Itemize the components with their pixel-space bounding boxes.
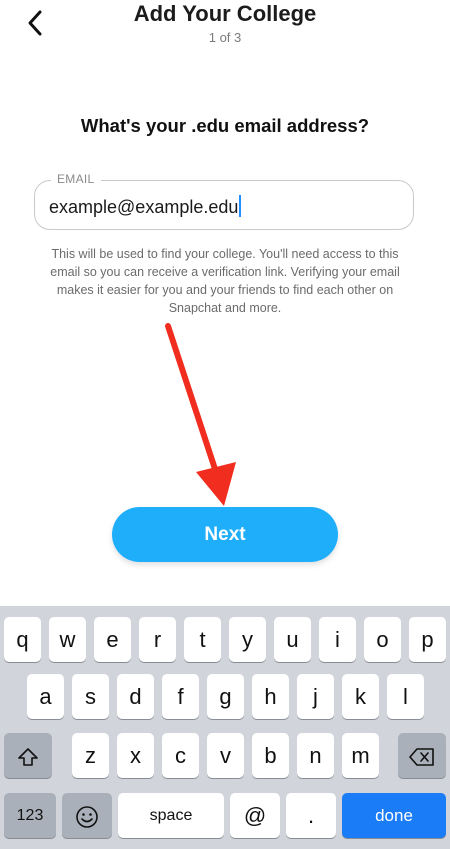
key-f[interactable]: f (162, 674, 199, 719)
shift-key[interactable] (4, 733, 52, 778)
key-p[interactable]: p (409, 617, 446, 662)
key-l[interactable]: l (387, 674, 424, 719)
key-m[interactable]: m (342, 733, 379, 778)
key-r[interactable]: r (139, 617, 176, 662)
backspace-key[interactable] (398, 733, 446, 778)
key-e[interactable]: e (94, 617, 131, 662)
key-u[interactable]: u (274, 617, 311, 662)
numbers-key[interactable]: 123 (4, 793, 56, 838)
key-a[interactable]: a (27, 674, 64, 719)
key-j[interactable]: j (297, 674, 334, 719)
key-x[interactable]: x (117, 733, 154, 778)
backspace-icon (409, 748, 434, 766)
key-g[interactable]: g (207, 674, 244, 719)
key-h[interactable]: h (252, 674, 289, 719)
step-indicator: 1 of 3 (208, 30, 242, 45)
email-field[interactable]: EMAIL example@example.edu (34, 172, 414, 230)
key-w[interactable]: w (49, 617, 86, 662)
keyboard: q w e r t y u i o p a s d f g h j k l z … (0, 606, 450, 849)
key-i[interactable]: i (319, 617, 356, 662)
at-key[interactable]: @ (230, 793, 280, 838)
key-y[interactable]: y (229, 617, 266, 662)
emoji-icon (76, 806, 98, 828)
next-button[interactable]: Next (112, 507, 338, 562)
page-title: Add Your College (133, 1, 317, 26)
email-field-label: EMAIL (51, 172, 101, 186)
key-n[interactable]: n (297, 733, 334, 778)
dot-key[interactable]: . (286, 793, 336, 838)
email-question: What's your .edu email address? (80, 115, 370, 136)
key-q[interactable]: q (4, 617, 41, 662)
key-b[interactable]: b (252, 733, 289, 778)
email-input-value[interactable]: example@example.edu (49, 195, 242, 218)
key-v[interactable]: v (207, 733, 244, 778)
key-s[interactable]: s (72, 674, 109, 719)
key-o[interactable]: o (364, 617, 401, 662)
annotation-arrow (165, 323, 236, 506)
emoji-key[interactable] (62, 793, 112, 838)
key-z[interactable]: z (72, 733, 109, 778)
key-k[interactable]: k (342, 674, 379, 719)
key-c[interactable]: c (162, 733, 199, 778)
key-d[interactable]: d (117, 674, 154, 719)
space-key[interactable]: space (118, 793, 224, 838)
done-key[interactable]: done (342, 793, 446, 838)
text-caret (239, 195, 242, 217)
key-t[interactable]: t (184, 617, 221, 662)
shift-icon (18, 748, 38, 766)
help-text: This will be used to find your college. … (50, 247, 400, 315)
